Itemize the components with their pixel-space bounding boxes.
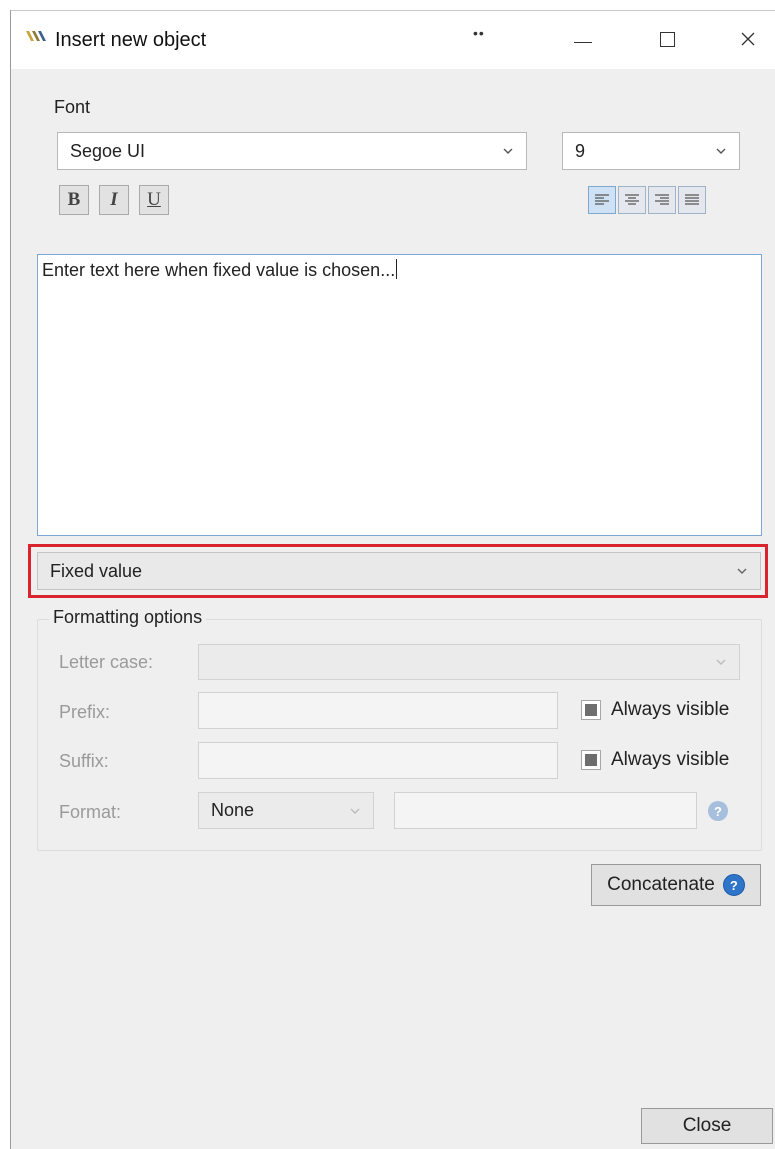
format-label: Format: <box>59 802 122 822</box>
format-value: None <box>211 800 255 820</box>
concatenate-label: Concatenate <box>607 874 715 895</box>
value-source-value: Fixed value <box>50 560 143 581</box>
letter-case-select[interactable] <box>198 644 740 680</box>
title-grip: •• <box>473 25 485 41</box>
prefix-always-visible-checkbox[interactable] <box>581 700 601 720</box>
close-icon <box>741 32 755 46</box>
title-bar[interactable]: Insert new object •• <box>11 11 775 69</box>
maximize-icon <box>659 31 675 47</box>
italic-button[interactable]: I <box>99 185 129 215</box>
close-button[interactable]: Close <box>641 1108 773 1144</box>
bold-button[interactable]: B <box>59 185 89 215</box>
prefix-label: Prefix: <box>59 702 111 722</box>
concatenate-button[interactable]: Concatenate ? <box>591 864 761 906</box>
maximize-button[interactable] <box>647 23 687 55</box>
align-left-icon <box>595 194 609 205</box>
font-section-label: Font <box>54 97 91 117</box>
font-size-select[interactable]: 9 <box>562 132 740 170</box>
align-right-button[interactable] <box>648 186 676 214</box>
format-select[interactable]: None <box>198 792 374 829</box>
fixed-value-text: Enter text here when fixed value is chos… <box>42 260 396 280</box>
suffix-always-visible-checkbox[interactable] <box>581 750 601 770</box>
checkbox-indeterminate-mark <box>585 704 597 716</box>
help-icon[interactable]: ? <box>708 801 728 821</box>
insert-object-dialog: Insert new object •• Font Segoe UI 9 B I… <box>10 10 775 1149</box>
format-string-input[interactable] <box>394 792 697 829</box>
align-center-icon <box>625 194 639 205</box>
minimize-button[interactable] <box>563 23 603 55</box>
suffix-input[interactable] <box>198 742 558 779</box>
chevron-down-icon <box>716 148 726 154</box>
align-right-icon <box>655 194 669 205</box>
checkbox-indeterminate-mark <box>585 754 597 766</box>
help-icon: ? <box>722 874 745 896</box>
suffix-always-visible-label: Always visible <box>611 749 730 770</box>
text-caret <box>396 259 398 279</box>
close-label: Close <box>682 1115 732 1136</box>
letter-case-label: Letter case: <box>59 652 154 672</box>
prefix-input[interactable] <box>198 692 558 729</box>
font-size-value: 9 <box>575 140 586 161</box>
value-source-select[interactable]: Fixed value <box>37 552 761 590</box>
close-window-button[interactable] <box>728 23 768 55</box>
align-left-button[interactable] <box>588 186 616 214</box>
window-title: Insert new object <box>55 29 207 51</box>
chevron-down-icon <box>350 808 360 814</box>
underline-button[interactable]: U <box>139 185 169 215</box>
align-justify-button[interactable] <box>678 186 706 214</box>
suffix-label: Suffix: <box>59 751 109 771</box>
font-family-value: Segoe UI <box>70 140 146 161</box>
app-logo-icon <box>26 31 46 41</box>
font-family-select[interactable]: Segoe UI <box>57 132 527 170</box>
prefix-always-visible-label: Always visible <box>611 699 730 720</box>
chevron-down-icon <box>716 659 726 665</box>
minimize-icon <box>574 41 592 43</box>
chevron-down-icon <box>503 148 513 154</box>
formatting-section-label: Formatting options <box>49 607 207 628</box>
chevron-down-icon <box>737 568 747 574</box>
align-justify-icon <box>685 194 699 205</box>
fixed-value-textarea[interactable]: Enter text here when fixed value is chos… <box>37 254 762 536</box>
align-center-button[interactable] <box>618 186 646 214</box>
